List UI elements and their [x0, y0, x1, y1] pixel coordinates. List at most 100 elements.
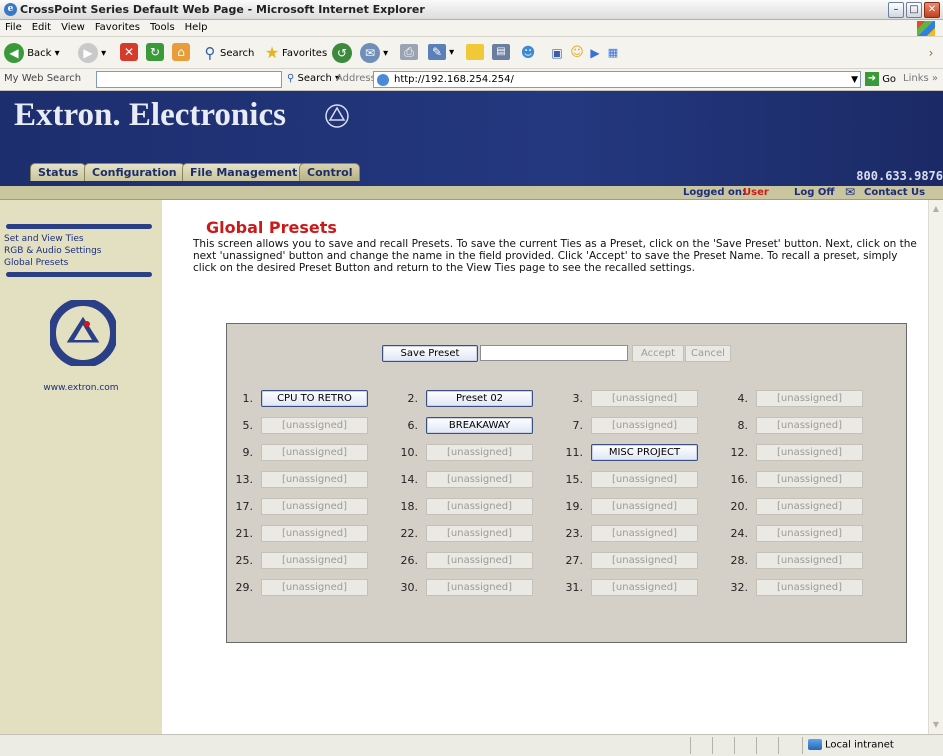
preset-button-22[interactable]: [unassigned]: [426, 525, 533, 542]
preset-button-24[interactable]: [unassigned]: [756, 525, 863, 542]
discuss-button[interactable]: [466, 43, 484, 63]
mail-button[interactable]: ✉ ▾: [360, 43, 388, 63]
preset-button-13[interactable]: [unassigned]: [261, 471, 368, 488]
preset-button-25[interactable]: [unassigned]: [261, 552, 368, 569]
preset-button-32[interactable]: [unassigned]: [756, 579, 863, 596]
brand-logo-text: Extron. Electronics: [14, 97, 286, 133]
preset-button-16[interactable]: [unassigned]: [756, 471, 863, 488]
preset-button-5[interactable]: [unassigned]: [261, 417, 368, 434]
preset-button-3[interactable]: [unassigned]: [591, 390, 698, 407]
messenger-button[interactable]: ☻: [518, 43, 538, 63]
preset-button-26[interactable]: [unassigned]: [426, 552, 533, 569]
preset-number: 17.: [235, 500, 254, 513]
preset-button-6[interactable]: BREAKAWAY: [426, 417, 533, 434]
menu-tools[interactable]: Tools: [145, 20, 180, 35]
tab-status[interactable]: Status: [30, 163, 87, 181]
back-arrow-icon: ◀: [4, 43, 24, 63]
stop-button[interactable]: ✕: [120, 43, 138, 63]
people-icon: ☻: [520, 45, 536, 61]
contact-us-link[interactable]: Contact Us: [864, 186, 925, 200]
toolbar-extra-button[interactable]: ›: [924, 43, 938, 63]
preset-button-23[interactable]: [unassigned]: [591, 525, 698, 542]
close-button[interactable]: ✕: [924, 2, 940, 18]
preset-name-input[interactable]: [480, 345, 628, 361]
browser-toolbar: ◀ Back ▾ ▶ ▾ ✕ ↻ ⌂ ⚲ Search ★ Favorites ↺ …: [0, 37, 943, 69]
preset-button-8[interactable]: [unassigned]: [756, 417, 863, 434]
print-button[interactable]: ⎙: [400, 43, 418, 63]
sidebar-item-set-and-view-ties[interactable]: Set and View Ties: [4, 234, 84, 244]
monitor-icon: ▣: [551, 46, 563, 60]
printer-icon: ⎙: [400, 44, 418, 60]
preset-button-19[interactable]: [unassigned]: [591, 498, 698, 515]
preset-button-18[interactable]: [unassigned]: [426, 498, 533, 515]
links-label[interactable]: Links »: [903, 73, 938, 84]
go-button[interactable]: ➜ Go: [865, 71, 896, 88]
website-link[interactable]: www.extron.com: [0, 383, 162, 393]
history-button[interactable]: ↺: [332, 43, 352, 63]
preset-button-28[interactable]: [unassigned]: [756, 552, 863, 569]
preset-button-12[interactable]: [unassigned]: [756, 444, 863, 461]
preset-button-11[interactable]: MISC PROJECT: [591, 444, 698, 461]
tab-file-management[interactable]: File Management: [182, 163, 306, 181]
address-dropdown-icon[interactable]: ▼: [851, 73, 858, 88]
back-button[interactable]: ◀ Back ▾: [4, 43, 60, 63]
websearch-button[interactable]: ⚲ Search ▾: [287, 73, 340, 84]
save-preset-button[interactable]: Save Preset: [382, 345, 478, 362]
maximize-button[interactable]: □: [906, 2, 922, 18]
menu-file[interactable]: File: [0, 20, 27, 35]
preset-button-15[interactable]: [unassigned]: [591, 471, 698, 488]
scroll-down-icon[interactable]: ▼: [930, 718, 942, 732]
edit-button[interactable]: ✎ ▾: [428, 43, 454, 63]
home-button[interactable]: ⌂: [172, 43, 190, 63]
refresh-button[interactable]: ↻: [146, 43, 164, 63]
menu-view[interactable]: View: [56, 20, 90, 35]
books-icon: ▤: [492, 44, 510, 60]
menu-edit[interactable]: Edit: [27, 20, 56, 35]
vertical-scrollbar[interactable]: ▲ ▼: [928, 200, 943, 734]
sidebar: Set and View Ties RGB & Audio Settings G…: [0, 200, 162, 734]
favorites-button[interactable]: ★ Favorites: [262, 43, 327, 63]
preset-button-20[interactable]: [unassigned]: [756, 498, 863, 515]
preset-button-2[interactable]: Preset 02: [426, 390, 533, 407]
minimize-button[interactable]: –: [888, 2, 904, 18]
preset-number: 5.: [242, 419, 254, 432]
tool-d-button[interactable]: ▦: [606, 43, 620, 63]
preset-number: 1.: [242, 392, 254, 405]
forward-button[interactable]: ▶ ▾: [78, 43, 106, 63]
preset-button-21[interactable]: [unassigned]: [261, 525, 368, 542]
research-button[interactable]: ▤: [492, 43, 510, 63]
preset-button-29[interactable]: [unassigned]: [261, 579, 368, 596]
tool-a-button[interactable]: ▣: [550, 43, 564, 63]
tool-c-button[interactable]: ▶: [588, 43, 602, 63]
preset-button-30[interactable]: [unassigned]: [426, 579, 533, 596]
tab-control[interactable]: Control: [299, 163, 361, 181]
service-support-solutions-logo: [48, 298, 118, 368]
preset-number: 15.: [565, 473, 584, 486]
logoff-link[interactable]: Log Off: [794, 186, 834, 200]
accept-button[interactable]: Accept: [632, 345, 684, 362]
preset-button-7[interactable]: [unassigned]: [591, 417, 698, 434]
preset-number: 2.: [407, 392, 419, 405]
cancel-button[interactable]: Cancel: [685, 345, 731, 362]
menu-favorites[interactable]: Favorites: [90, 20, 145, 35]
preset-button-27[interactable]: [unassigned]: [591, 552, 698, 569]
tab-configuration[interactable]: Configuration: [84, 163, 185, 181]
preset-button-31[interactable]: [unassigned]: [591, 579, 698, 596]
tool-b-button[interactable]: ☺: [570, 43, 584, 63]
sidebar-item-global-presets[interactable]: Global Presets: [4, 258, 68, 268]
scroll-up-icon[interactable]: ▲: [930, 202, 942, 216]
preset-button-4[interactable]: [unassigned]: [756, 390, 863, 407]
preset-button-1[interactable]: CPU TO RETRO: [261, 390, 368, 407]
preset-number: 21.: [235, 527, 254, 540]
smiley-icon: ☺: [570, 45, 584, 60]
search-button[interactable]: ⚲ Search: [200, 43, 255, 63]
sidebar-item-rgb-audio-settings[interactable]: RGB & Audio Settings: [4, 246, 102, 256]
preset-button-10[interactable]: [unassigned]: [426, 444, 533, 461]
status-divider: [802, 737, 803, 754]
menu-help[interactable]: Help: [180, 20, 213, 35]
websearch-input[interactable]: [96, 71, 282, 88]
preset-button-17[interactable]: [unassigned]: [261, 498, 368, 515]
address-input[interactable]: http://192.168.254.254/▼: [373, 71, 861, 88]
preset-button-14[interactable]: [unassigned]: [426, 471, 533, 488]
preset-button-9[interactable]: [unassigned]: [261, 444, 368, 461]
